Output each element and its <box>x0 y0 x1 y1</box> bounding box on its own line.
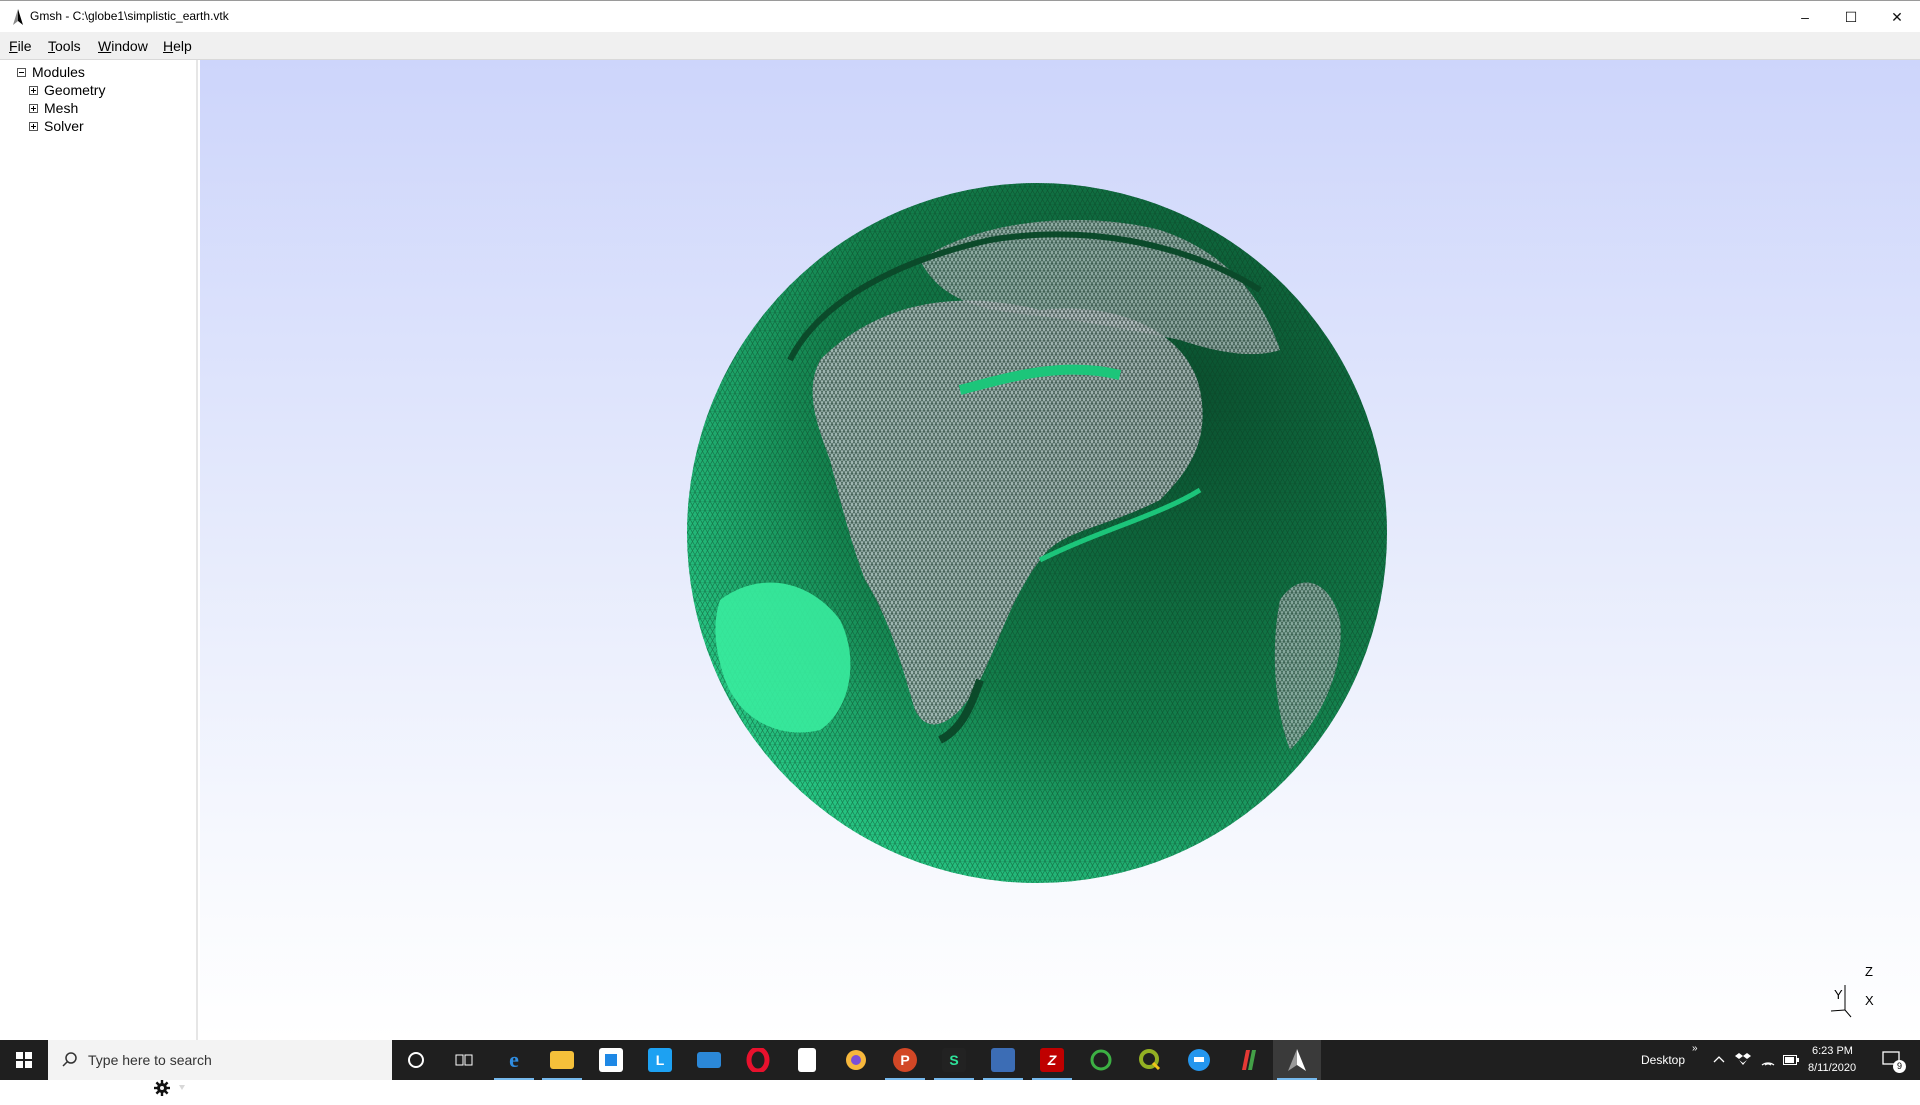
circle-app-icon[interactable] <box>1077 1040 1125 1080</box>
axis-z-label: Z <box>1865 964 1873 979</box>
file-explorer-icon[interactable] <box>538 1040 586 1080</box>
tree-label-solver: Solver <box>44 118 84 134</box>
gmsh-app-icon <box>13 9 23 25</box>
axis-x-label: X <box>1865 993 1874 1008</box>
chevron-up-icon[interactable] <box>1713 1055 1725 1063</box>
expand-icon[interactable] <box>29 85 38 95</box>
tree-item-mesh[interactable]: Mesh <box>29 100 78 116</box>
south-america-landmass <box>1274 582 1341 750</box>
task-view-icon[interactable] <box>440 1040 488 1080</box>
mail-icon[interactable] <box>685 1040 733 1080</box>
windows-icon <box>16 1052 32 1068</box>
docker-icon[interactable] <box>1175 1040 1223 1080</box>
axis-y-label: Y <box>1834 987 1843 1002</box>
notification-badge: 9 <box>1893 1060 1906 1073</box>
minimize-button[interactable]: – <box>1782 1 1828 33</box>
browser-icon[interactable] <box>832 1040 880 1080</box>
action-center-button[interactable]: 9 <box>1868 1040 1916 1080</box>
tree-label-modules: Modules <box>32 64 85 80</box>
menu-file[interactable]: File <box>9 38 32 54</box>
tree-item-modules[interactable]: Modules <box>17 64 85 80</box>
globe-mesh-render <box>687 183 1387 883</box>
desktop-toolbar-label[interactable]: Desktop <box>1641 1053 1685 1067</box>
notepad-icon[interactable] <box>783 1040 831 1080</box>
powerpoint-icon[interactable]: P <box>881 1040 929 1080</box>
filezilla-icon[interactable]: Z <box>1028 1040 1076 1080</box>
expand-icon[interactable] <box>29 121 38 131</box>
paint-app-icon[interactable] <box>1224 1040 1272 1080</box>
qgis-icon[interactable] <box>1126 1040 1174 1080</box>
menu-help[interactable]: Help <box>163 38 192 54</box>
graphics-viewport[interactable]: Z Y X <box>200 60 1920 1040</box>
module-tree-panel: Modules Geometry Mesh Solver <box>0 60 198 1096</box>
tree-item-geometry[interactable]: Geometry <box>29 82 105 98</box>
network-app-icon[interactable] <box>979 1040 1027 1080</box>
dropbox-icon[interactable] <box>1735 1052 1751 1066</box>
gmsh-icon[interactable] <box>1273 1040 1321 1080</box>
close-button[interactable]: ✕ <box>1874 1 1920 33</box>
title-bar: Gmsh - C:\globe1\simplistic_earth.vtk – … <box>0 0 1920 32</box>
search-placeholder: Type here to search <box>88 1052 212 1068</box>
search-icon <box>62 1052 77 1067</box>
battery-icon[interactable] <box>1783 1055 1799 1065</box>
cortana-icon[interactable] <box>392 1040 440 1080</box>
menu-window[interactable]: Window <box>98 38 148 54</box>
maximize-button[interactable]: ☐ <box>1828 1 1874 33</box>
menu-tools[interactable]: Tools <box>48 38 81 54</box>
l-app-icon[interactable]: L <box>636 1040 684 1080</box>
taskbar: Type here to search e L P S Z Desktop » … <box>0 1040 1920 1080</box>
s-app-icon[interactable]: S <box>930 1040 978 1080</box>
clock-time[interactable]: 6:23 PM <box>1812 1045 1853 1057</box>
tree-item-solver[interactable]: Solver <box>29 118 84 134</box>
wifi-icon[interactable] <box>1760 1053 1776 1067</box>
start-button[interactable] <box>0 1040 48 1080</box>
menu-bar: File Tools Window Help <box>0 32 1920 60</box>
store-icon[interactable] <box>587 1040 635 1080</box>
tree-label-geometry: Geometry <box>44 82 106 98</box>
opera-icon[interactable] <box>734 1040 782 1080</box>
expand-icon[interactable] <box>29 103 38 113</box>
edge-icon[interactable]: e <box>490 1040 538 1080</box>
taskbar-search-box[interactable]: Type here to search <box>48 1040 392 1080</box>
window-title: Gmsh - C:\globe1\simplistic_earth.vtk <box>30 9 229 23</box>
collapse-icon[interactable] <box>17 67 26 77</box>
tree-label-mesh: Mesh <box>44 100 79 116</box>
toolbar-expand-icon[interactable]: » <box>1692 1043 1698 1054</box>
clock-date[interactable]: 8/11/2020 <box>1808 1062 1856 1074</box>
